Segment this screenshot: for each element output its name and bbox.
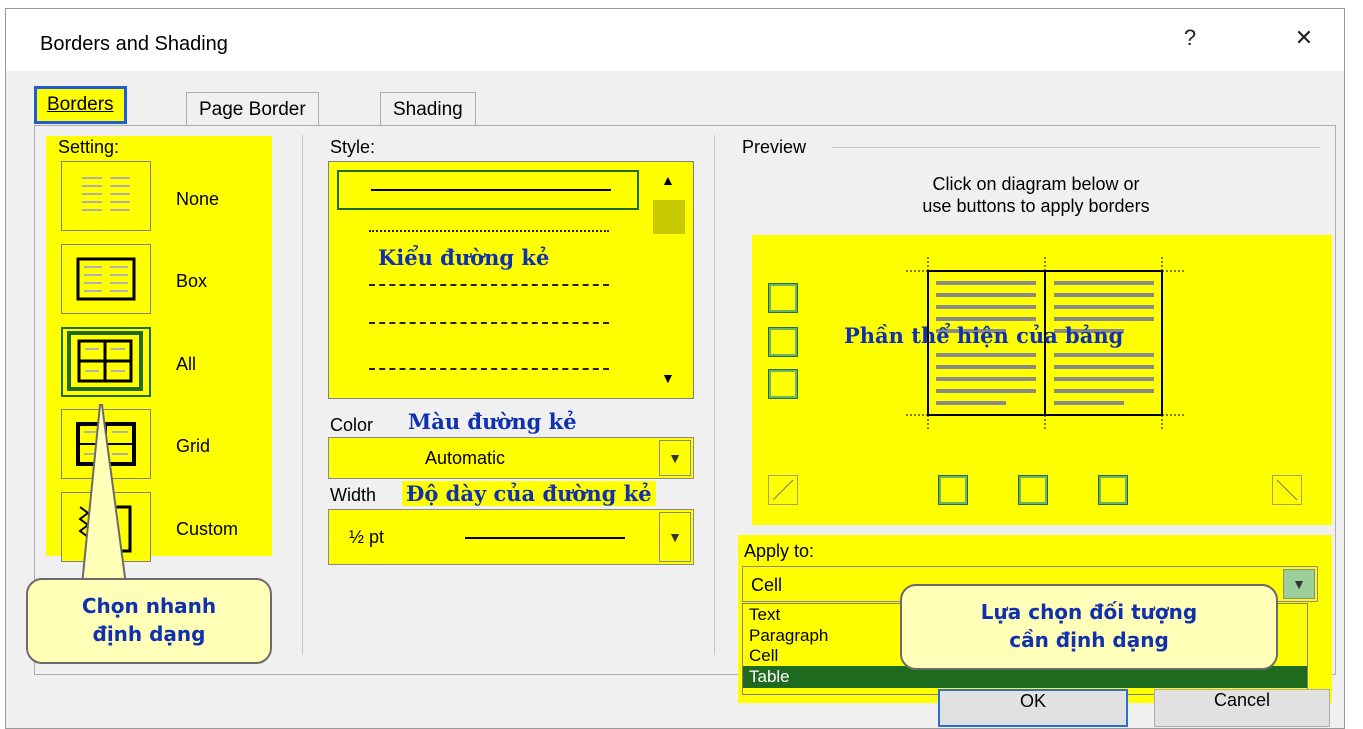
callout-pointer (80, 404, 128, 586)
chevron-down-icon[interactable]: ▼ (659, 440, 691, 476)
top-border-button[interactable] (768, 283, 798, 313)
scroll-down-icon[interactable]: ▼ (661, 370, 675, 386)
preview-area[interactable]: Phần thể hiện của bảng (752, 235, 1332, 525)
right-border-button[interactable] (1098, 475, 1128, 505)
setting-label: Setting: (58, 137, 120, 157)
scroll-thumb[interactable] (653, 200, 685, 234)
preview-instructions-line1: Click on diagram below or (932, 174, 1140, 194)
diagonal-down-icon (1276, 479, 1298, 501)
setting-none-label: None (176, 189, 220, 209)
ok-button[interactable]: OK (938, 689, 1128, 727)
callout-quick-format-line2: định dạng (92, 622, 206, 646)
diagonal-up-border-button[interactable] (768, 475, 798, 505)
title-bar: Borders and Shading ? ✕ (6, 9, 1344, 71)
scroll-up-icon[interactable]: ▲ (661, 172, 675, 188)
chevron-down-icon[interactable]: ▼ (659, 512, 691, 562)
cancel-label: Cancel (1213, 690, 1271, 710)
callout-apply-target: Lựa chọn đối tượng cần định dạng (900, 584, 1278, 670)
callout-quick-format-line1: Chọn nhanh (81, 594, 217, 618)
bottom-border-button[interactable] (768, 369, 798, 399)
callout-apply-target-line1: Lựa chọn đối tượng (980, 600, 1198, 624)
inside-vertical-border-button[interactable] (1018, 475, 1048, 505)
width-dropdown[interactable]: ½ pt ▼ (328, 509, 694, 565)
callout-apply-target-line2: cần định dạng (1009, 628, 1169, 652)
inside-horizontal-border-button[interactable] (768, 327, 798, 357)
width-label: Width (330, 485, 377, 505)
chevron-down-icon[interactable]: ▼ (1283, 569, 1315, 599)
style-label: Style: (330, 137, 376, 157)
long-dash-line-sample[interactable] (369, 322, 609, 324)
help-button[interactable]: ? (1170, 25, 1210, 51)
diagonal-up-icon (772, 479, 794, 501)
style-selected-item[interactable] (337, 170, 639, 210)
tab-borders[interactable]: Borders (34, 86, 127, 124)
none-preset-icon (82, 177, 130, 211)
annotation-line-style: Kiểu đường kẻ (378, 245, 550, 270)
table-preview-diagram[interactable] (892, 255, 1192, 455)
setting-all-label: All (176, 354, 197, 374)
setting-all-button[interactable] (61, 327, 151, 397)
setting-box-button[interactable] (61, 244, 151, 314)
setting-custom-label: Custom (176, 519, 239, 539)
tab-page-border-label: Page Border (199, 99, 306, 120)
setting-none-button[interactable] (61, 161, 151, 231)
annotation-line-color: Màu đường kẻ (408, 409, 577, 434)
color-label: Color (330, 415, 374, 435)
setting-box-label: Box (176, 271, 208, 291)
style-listbox[interactable]: ▲ ▼ (328, 161, 694, 399)
setting-grid-label: Grid (176, 436, 211, 456)
box-preset-icon (76, 257, 136, 301)
width-line-sample (465, 537, 625, 539)
color-dropdown[interactable]: Automatic ▼ (328, 437, 694, 479)
dialog-title: Borders and Shading (40, 33, 228, 55)
annotation-table-preview: Phần thể hiện của bảng (844, 323, 1124, 348)
dotted-line-sample[interactable] (369, 230, 609, 232)
callout-quick-format: Chọn nhanh định dạng (26, 578, 272, 664)
color-value: Automatic (425, 448, 506, 468)
dashed-line-sample[interactable] (369, 284, 609, 286)
preview-instructions-line2: use buttons to apply borders (922, 196, 1150, 216)
style-scrollbar[interactable]: ▲ ▼ (649, 164, 689, 396)
tab-page-border[interactable]: Page Border (186, 92, 319, 126)
dash-dot-line-sample[interactable] (369, 368, 609, 370)
preview-rule (832, 147, 1320, 148)
tab-shading[interactable]: Shading (380, 92, 476, 126)
tab-shading-label: Shading (393, 99, 463, 120)
apply-to-label: Apply to: (744, 541, 815, 561)
ok-label: OK (1019, 691, 1046, 711)
diagonal-down-border-button[interactable] (1272, 475, 1302, 505)
cancel-button[interactable]: Cancel (1154, 689, 1330, 727)
all-preset-icon (67, 331, 143, 391)
tab-borders-label: Borders (47, 94, 114, 115)
preview-instructions: Click on diagram below or use buttons to… (736, 173, 1336, 217)
solid-line-sample (371, 189, 611, 191)
divider-right (714, 135, 715, 655)
preview-label: Preview (742, 137, 807, 157)
divider-left (302, 135, 303, 655)
width-value: ½ pt (349, 527, 385, 547)
annotation-line-width: Độ dày của đường kẻ (402, 481, 656, 506)
left-border-button[interactable] (938, 475, 968, 505)
close-button[interactable]: ✕ (1284, 25, 1324, 51)
apply-to-value: Cell (751, 575, 783, 595)
